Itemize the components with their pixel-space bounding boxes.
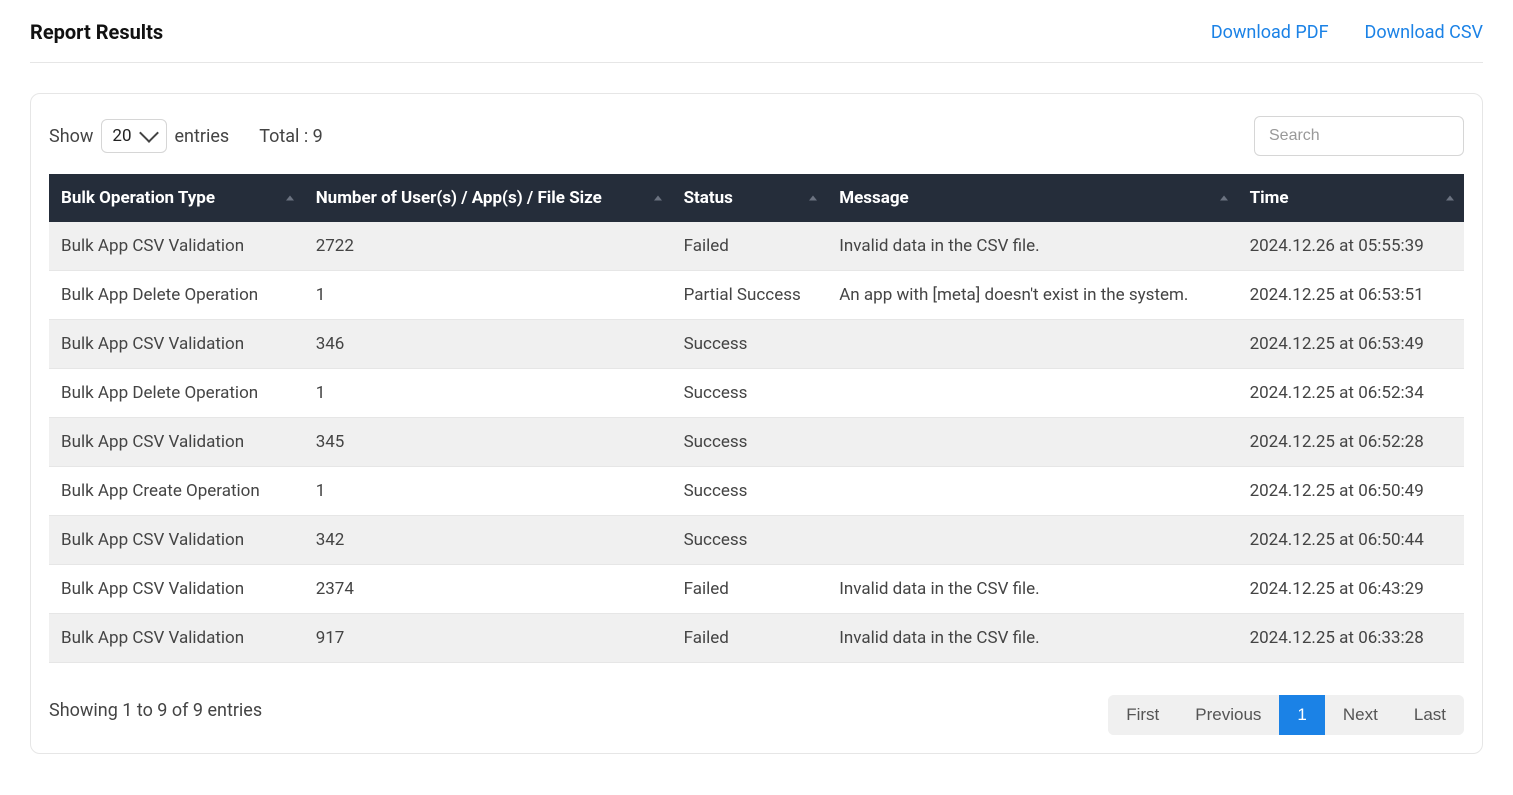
cell-message: Invalid data in the CSV file. — [827, 614, 1237, 663]
cell-number: 345 — [304, 418, 672, 467]
cell-message — [827, 418, 1237, 467]
cell-message: Invalid data in the CSV file. — [827, 565, 1237, 614]
col-bulk-operation-type[interactable]: Bulk Operation Type — [49, 174, 304, 222]
table-row: Bulk App CSV Validation342Success 2024.12… — [49, 516, 1464, 565]
sort-icon — [1446, 196, 1454, 201]
sort-icon — [654, 196, 662, 201]
cell-status: Success — [672, 418, 828, 467]
table-row: Bulk App CSV Validation346Success 2024.12… — [49, 320, 1464, 369]
total-count: Total : 9 — [259, 126, 323, 147]
cell-time: 2024.12.25 at 06:50:49 — [1238, 467, 1464, 516]
cell-time: 2024.12.25 at 06:43:29 — [1238, 565, 1464, 614]
sort-icon — [1220, 196, 1228, 201]
cell-number: 1 — [304, 467, 672, 516]
cell-type: Bulk App CSV Validation — [49, 565, 304, 614]
cell-type: Bulk App Delete Operation — [49, 369, 304, 418]
cell-type: Bulk App Delete Operation — [49, 271, 304, 320]
cell-number: 917 — [304, 614, 672, 663]
cell-type: Bulk App CSV Validation — [49, 320, 304, 369]
page-previous-button[interactable]: Previous — [1177, 695, 1279, 735]
cell-status: Success — [672, 320, 828, 369]
table-row: Bulk App CSV Validation917FailedInvalid … — [49, 614, 1464, 663]
cell-time: 2024.12.25 at 06:53:51 — [1238, 271, 1464, 320]
download-pdf-link[interactable]: Download PDF — [1211, 22, 1329, 43]
sort-icon — [809, 196, 817, 201]
cell-number: 2374 — [304, 565, 672, 614]
page-first-button[interactable]: First — [1108, 695, 1177, 735]
cell-number: 1 — [304, 271, 672, 320]
table-row: Bulk App CSV Validation2374FailedInvalid… — [49, 565, 1464, 614]
table-footer: Showing 1 to 9 of 9 entries First Previo… — [49, 681, 1464, 735]
cell-status: Success — [672, 467, 828, 516]
pagination: First Previous 1 Next Last — [1108, 695, 1464, 735]
cell-time: 2024.12.25 at 06:33:28 — [1238, 614, 1464, 663]
page-size-select[interactable]: 20 — [101, 119, 166, 153]
cell-status: Failed — [672, 565, 828, 614]
search-input[interactable] — [1254, 116, 1464, 156]
table-header-row: Bulk Operation Type Number of User(s) / … — [49, 174, 1464, 222]
col-number[interactable]: Number of User(s) / App(s) / File Size — [304, 174, 672, 222]
cell-time: 2024.12.26 at 05:55:39 — [1238, 222, 1464, 271]
cell-status: Partial Success — [672, 271, 828, 320]
cell-message: An app with [meta] doesn't exist in the … — [827, 271, 1237, 320]
cell-message: Invalid data in the CSV file. — [827, 222, 1237, 271]
cell-number: 342 — [304, 516, 672, 565]
show-label: Show — [49, 126, 93, 147]
cell-message — [827, 516, 1237, 565]
table-row: Bulk App Create Operation1Success 2024.12… — [49, 467, 1464, 516]
page-size-value: 20 — [112, 126, 131, 146]
cell-message — [827, 467, 1237, 516]
page-number-button[interactable]: 1 — [1279, 695, 1324, 735]
download-csv-link[interactable]: Download CSV — [1365, 22, 1483, 43]
col-status[interactable]: Status — [672, 174, 828, 222]
cell-type: Bulk App CSV Validation — [49, 516, 304, 565]
header-actions: Download PDF Download CSV — [1211, 22, 1483, 43]
chevron-down-icon — [139, 123, 159, 143]
table-row: Bulk App Delete Operation1Partial Succes… — [49, 271, 1464, 320]
cell-status: Failed — [672, 614, 828, 663]
page-title: Report Results — [30, 20, 163, 44]
showing-entries: Showing 1 to 9 of 9 entries — [49, 696, 262, 721]
cell-number: 1 — [304, 369, 672, 418]
cell-status: Success — [672, 516, 828, 565]
cell-time: 2024.12.25 at 06:52:28 — [1238, 418, 1464, 467]
table-row: Bulk App Delete Operation1Success 2024.12… — [49, 369, 1464, 418]
table-row: Bulk App CSV Validation2722FailedInvalid… — [49, 222, 1464, 271]
cell-time: 2024.12.25 at 06:52:34 — [1238, 369, 1464, 418]
cell-time: 2024.12.25 at 06:53:49 — [1238, 320, 1464, 369]
report-panel: Show 20 entries Total : 9 Bulk Operation… — [30, 93, 1483, 754]
col-time[interactable]: Time — [1238, 174, 1464, 222]
cell-type: Bulk App CSV Validation — [49, 222, 304, 271]
page-last-button[interactable]: Last — [1396, 695, 1464, 735]
cell-type: Bulk App CSV Validation — [49, 418, 304, 467]
cell-number: 2722 — [304, 222, 672, 271]
controls-row: Show 20 entries Total : 9 — [49, 116, 1464, 156]
controls-left: Show 20 entries Total : 9 — [49, 119, 323, 153]
col-message[interactable]: Message — [827, 174, 1237, 222]
entries-label: entries — [175, 126, 230, 147]
cell-status: Success — [672, 369, 828, 418]
header-bar: Report Results Download PDF Download CSV — [30, 20, 1483, 63]
cell-time: 2024.12.25 at 06:50:44 — [1238, 516, 1464, 565]
table-row: Bulk App CSV Validation345Success 2024.12… — [49, 418, 1464, 467]
cell-status: Failed — [672, 222, 828, 271]
page-next-button[interactable]: Next — [1325, 695, 1396, 735]
cell-type: Bulk App Create Operation — [49, 467, 304, 516]
report-table: Bulk Operation Type Number of User(s) / … — [49, 174, 1464, 663]
cell-number: 346 — [304, 320, 672, 369]
cell-message — [827, 369, 1237, 418]
page-size-group: Show 20 entries — [49, 119, 229, 153]
cell-type: Bulk App CSV Validation — [49, 614, 304, 663]
cell-message — [827, 320, 1237, 369]
sort-icon — [286, 196, 294, 201]
